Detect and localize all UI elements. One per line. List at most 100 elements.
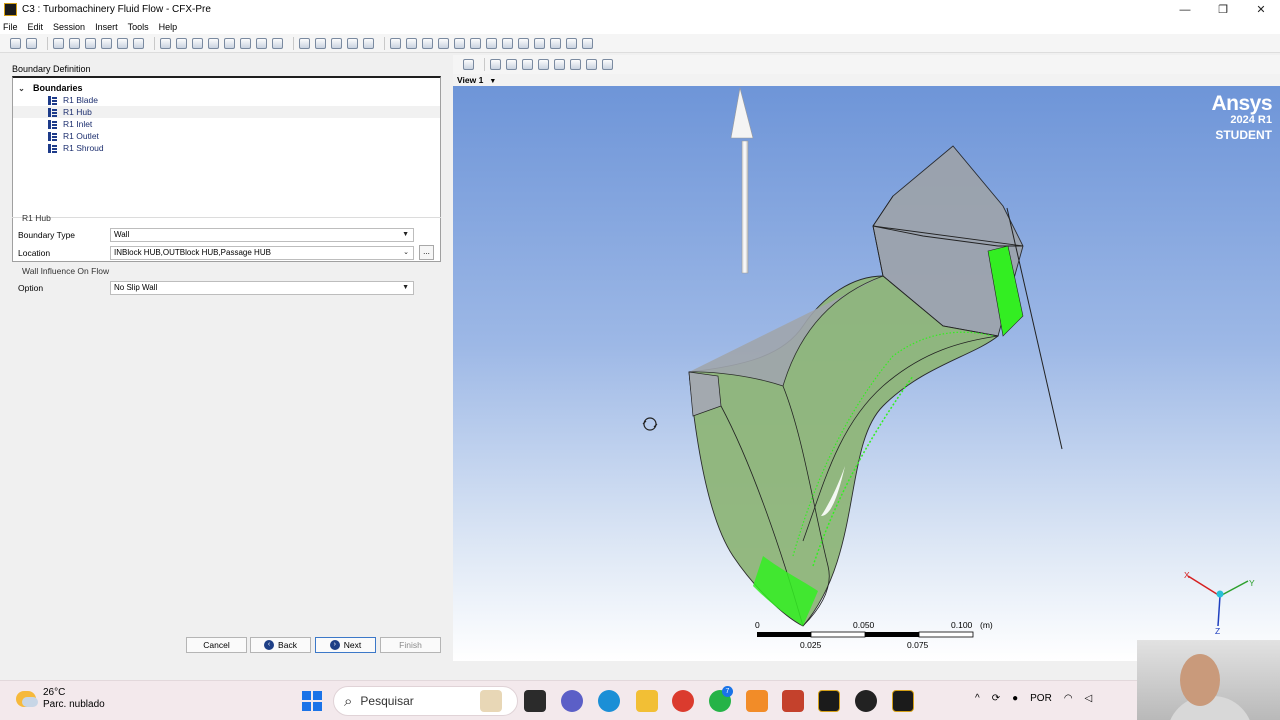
menu-file[interactable]: File xyxy=(3,22,18,32)
tree-item-r1-inlet[interactable]: R1 Inlet xyxy=(13,118,440,130)
view-selector[interactable]: View 1 ▼ xyxy=(453,74,1280,86)
reaction-icon[interactable] xyxy=(438,37,449,49)
3d-viewport[interactable]: Ansys 2024 R1 STUDENT 0 0.050 0.100 (m) … xyxy=(453,86,1280,661)
next-button[interactable]: › Next xyxy=(315,637,376,653)
plane-icon[interactable] xyxy=(363,37,374,49)
ansys-logo: Ansys 2024 R1 STUDENT xyxy=(1211,92,1272,142)
mesh-tool-icon[interactable] xyxy=(133,37,144,49)
write-solver-file-icon[interactable] xyxy=(582,37,593,49)
highlight-icon[interactable] xyxy=(570,59,581,70)
domain-icon[interactable] xyxy=(160,37,171,49)
volume-icon[interactable]: ◁ xyxy=(1085,693,1093,704)
subdomain-icon[interactable] xyxy=(192,37,203,49)
boundary-type-value: Wall xyxy=(114,230,130,239)
fluid-pair-icon[interactable] xyxy=(502,37,513,49)
microphone-icon[interactable]: ● xyxy=(1012,693,1018,704)
ansys-workbench-icon[interactable] xyxy=(818,690,840,712)
user-routine-icon[interactable] xyxy=(486,37,497,49)
powerpoint-icon[interactable] xyxy=(782,690,804,712)
additional-variable-icon[interactable] xyxy=(454,37,465,49)
define-run-icon[interactable] xyxy=(534,37,545,49)
location-select[interactable]: INBlock HUB,OUTBlock HUB,Passage HUB ⌄ xyxy=(110,246,414,260)
tree-item-r1-blade[interactable]: R1 Blade xyxy=(13,94,440,106)
chrome-icon[interactable] xyxy=(672,690,694,712)
weather-widget[interactable]: 26°C Parc. nublado xyxy=(16,687,105,711)
source-point-icon[interactable] xyxy=(208,37,219,49)
tree-item-r1-outlet[interactable]: R1 Outlet xyxy=(13,130,440,142)
zoom-box-icon[interactable] xyxy=(538,59,549,70)
rotate-icon[interactable] xyxy=(490,59,501,70)
zoom-icon[interactable] xyxy=(522,59,533,70)
snipping-tool-icon[interactable] xyxy=(746,690,768,712)
initialization-icon[interactable] xyxy=(240,37,251,49)
detach-icon[interactable] xyxy=(602,59,613,70)
boundary-icon[interactable] xyxy=(176,37,187,49)
cancel-button[interactable]: Cancel xyxy=(186,637,247,653)
save-icon[interactable] xyxy=(10,37,21,49)
solver-control-icon[interactable] xyxy=(256,37,267,49)
save-as-icon[interactable] xyxy=(26,37,37,49)
wall-option-value: No Slip Wall xyxy=(114,283,158,292)
option-label: Option xyxy=(18,283,44,293)
report-icon[interactable] xyxy=(566,37,577,49)
domain-interface-icon[interactable] xyxy=(224,37,235,49)
sync-icon[interactable]: ⟳ xyxy=(992,693,1000,704)
import-mesh-icon[interactable] xyxy=(53,37,64,49)
menu-tools[interactable]: Tools xyxy=(128,22,149,32)
search-placeholder: Pesquisar xyxy=(360,694,414,708)
start-button[interactable] xyxy=(302,691,322,711)
line-icon[interactable] xyxy=(315,37,326,49)
tree-item-label: R1 Inlet xyxy=(63,119,93,129)
location-browse-button[interactable]: ... xyxy=(419,245,434,260)
minimize-button[interactable]: — xyxy=(1166,0,1204,19)
maximize-button[interactable]: ❐ xyxy=(1204,0,1242,19)
tree-item-r1-shroud[interactable]: R1 Shroud xyxy=(13,142,440,154)
back-button[interactable]: ‹ Back xyxy=(250,637,311,653)
redo-icon[interactable] xyxy=(117,37,128,49)
window-title: C3 : Turbomachinery Fluid Flow - CFX-Pre xyxy=(22,4,211,15)
output-control-icon[interactable] xyxy=(406,37,417,49)
expression-icon[interactable] xyxy=(272,37,283,49)
tree-item-label: R1 Outlet xyxy=(63,131,99,141)
fit-view-icon[interactable] xyxy=(554,59,565,70)
delete-icon[interactable] xyxy=(85,37,96,49)
toolbar-separator xyxy=(384,36,385,50)
table-icon[interactable] xyxy=(550,37,561,49)
edge-browser-icon[interactable] xyxy=(598,690,620,712)
language-indicator[interactable]: POR xyxy=(1030,693,1052,704)
wall-option-select[interactable]: No Slip Wall ▼ xyxy=(110,281,414,295)
clock-icon[interactable] xyxy=(390,37,401,49)
tree-root-boundaries[interactable]: ⌄ Boundaries xyxy=(17,82,82,94)
menu-session[interactable]: Session xyxy=(53,22,85,32)
file-explorer-icon[interactable] xyxy=(636,690,658,712)
menu-help[interactable]: Help xyxy=(159,22,178,32)
copy-icon[interactable] xyxy=(69,37,80,49)
menu-edit[interactable]: Edit xyxy=(28,22,44,32)
show-hidden-icons-icon[interactable]: ^ xyxy=(975,693,980,704)
scale-ruler xyxy=(757,631,974,638)
collapse-icon[interactable]: ⌄ xyxy=(17,84,26,93)
select-icon[interactable] xyxy=(463,59,474,70)
cfx-pre-taskbar-icon[interactable] xyxy=(892,690,914,712)
menu-insert[interactable]: Insert xyxy=(95,22,118,32)
task-view-icon[interactable] xyxy=(524,690,546,712)
point-icon[interactable] xyxy=(347,37,358,49)
user-function-icon[interactable] xyxy=(470,37,481,49)
viewport-layout-icon[interactable] xyxy=(586,59,597,70)
weather-text: 26°C Parc. nublado xyxy=(43,687,105,711)
undo-icon[interactable] xyxy=(101,37,112,49)
close-button[interactable]: ✕ xyxy=(1242,0,1280,19)
curve-icon[interactable] xyxy=(331,37,342,49)
obs-studio-icon[interactable] xyxy=(855,690,877,712)
boundary-icon xyxy=(48,107,57,117)
wall-influence-title: Wall Influence On Flow xyxy=(22,266,110,276)
teams-chat-icon[interactable] xyxy=(561,690,583,712)
material-icon[interactable] xyxy=(422,37,433,49)
tree-item-r1-hub[interactable]: R1 Hub xyxy=(13,106,440,118)
boundary-type-select[interactable]: Wall ▼ xyxy=(110,228,414,242)
coordinate-frame-icon[interactable] xyxy=(299,37,310,49)
pan-icon[interactable] xyxy=(506,59,517,70)
monitor-icon[interactable] xyxy=(518,37,529,49)
wifi-icon[interactable]: ◠ xyxy=(1064,693,1073,704)
search-highlight-icon[interactable] xyxy=(480,690,502,712)
